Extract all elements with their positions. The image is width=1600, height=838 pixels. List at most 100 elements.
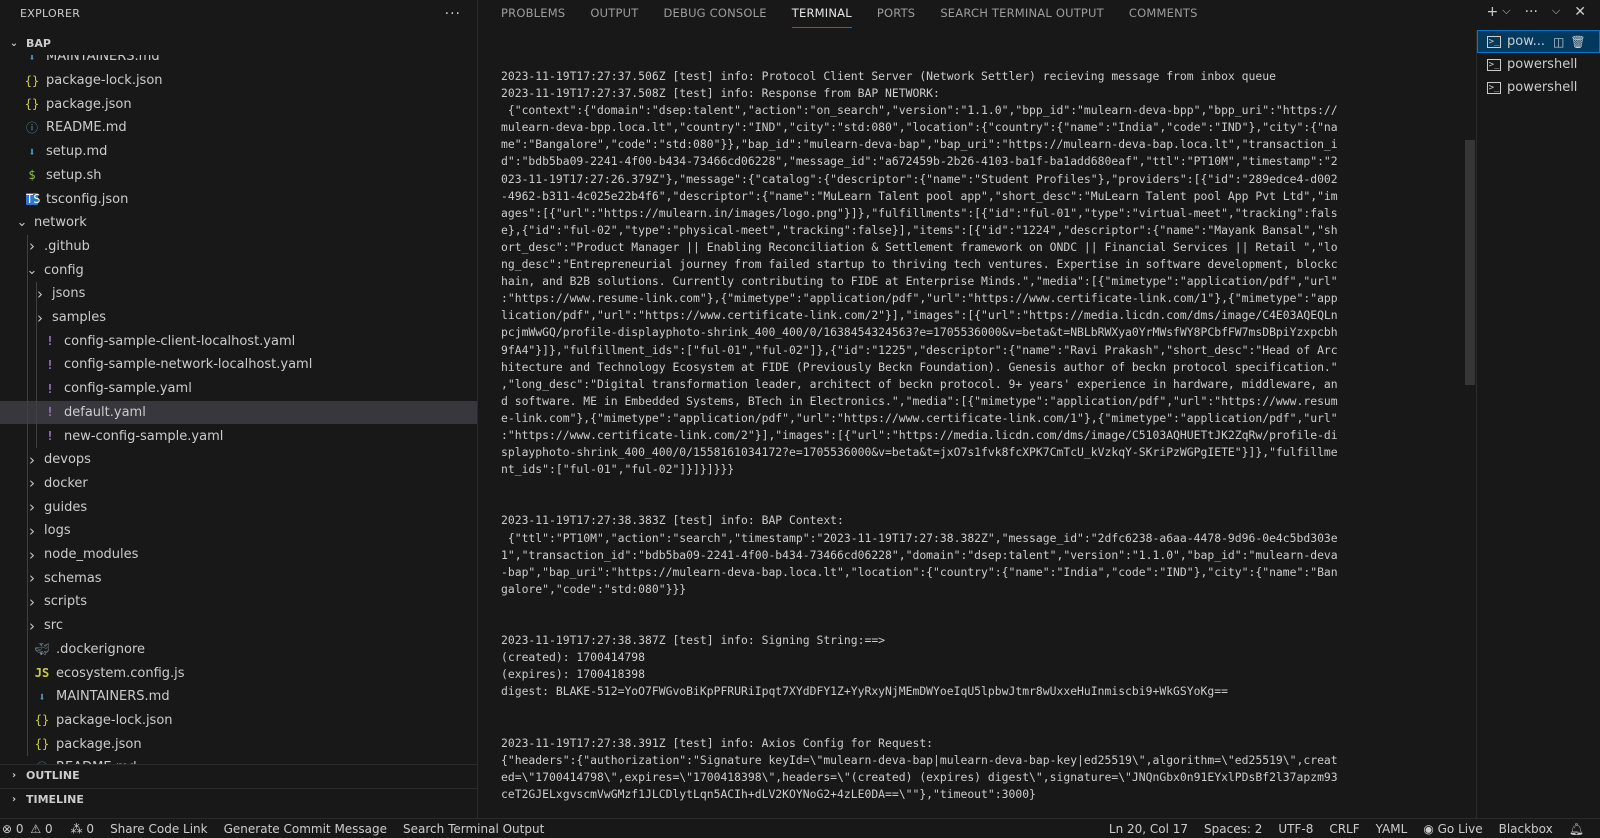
tree-folder[interactable]: ⌄ network — [0, 211, 477, 235]
terminal-line: hain, and B2B solutions. Currently contr… — [501, 274, 1338, 289]
tree-item-label: setup.sh — [46, 167, 102, 183]
tree-file[interactable]: {} package.json — [0, 92, 477, 116]
error-icon: ⊗ — [2, 821, 13, 836]
terminal-line: ,"long_desc":"Digital transformation lea… — [501, 376, 1338, 391]
tree-folder[interactable]: › docker — [0, 472, 477, 496]
terminal-list: >_ pow... ◫ 🗑︎ >_ powershell >_ powershell — [1476, 30, 1600, 818]
tree-folder[interactable]: › schemas — [0, 566, 477, 590]
tab-comments[interactable]: COMMENTS — [1129, 0, 1198, 28]
tree-file[interactable]: ! new-config-sample.yaml — [0, 424, 477, 448]
tab-problems[interactable]: PROBLEMS — [501, 0, 565, 28]
tree-item-label: ecosystem.config.js — [56, 665, 185, 681]
status-bar: ⊗ 0 ⚠ 0 ⁂ 0 Share Code Link Generate Com… — [0, 818, 1600, 838]
tree-folder[interactable]: › jsons — [0, 282, 477, 306]
markdown-icon: ⬇ — [28, 55, 36, 64]
tree-item-label: MAINTAINERS.md — [56, 689, 170, 705]
tree-file[interactable]: ! config-sample.yaml — [0, 377, 477, 401]
tree-file[interactable]: {} package.json — [0, 732, 477, 756]
close-panel-icon[interactable]: ✕ — [1574, 4, 1586, 20]
tree-folder[interactable]: › .github — [0, 235, 477, 259]
tree-file[interactable]: 🐳︎ .dockerignore — [0, 638, 477, 662]
terminal-instance[interactable]: >_ powershell — [1477, 53, 1600, 76]
more-actions-icon[interactable]: ··· — [1525, 4, 1538, 20]
go-live-button[interactable]: ◉ Go Live — [1423, 822, 1482, 836]
tree-file[interactable]: JS ecosystem.config.js — [0, 661, 477, 685]
tree-item-label: MAINTAINERS.md — [46, 55, 160, 65]
end-of-line[interactable]: CRLF — [1329, 822, 1359, 836]
tree-item-label: samples — [52, 310, 107, 326]
terminal-line: ages":[{"url":"https://mulearn.in/images… — [501, 205, 1338, 220]
tree-item-label: config — [44, 262, 84, 278]
tree-item-label: node_modules — [44, 547, 139, 563]
share-code-link[interactable]: Share Code Link — [110, 822, 208, 836]
workspace-root-bap[interactable]: ⌄ BAP — [0, 32, 477, 54]
terminal-line: hitecture and Technology Ecosystem at FI… — [501, 359, 1338, 374]
tree-folder[interactable]: › guides — [0, 495, 477, 519]
terminal-output[interactable]: 2023-11-19T17:27:37.506Z [test] info: Pr… — [501, 68, 1436, 808]
explorer-sidebar: EXPLORER ··· ⌄ BAP ⬇ MAINTAINERS.md {} pack… — [0, 0, 478, 818]
tree-file[interactable]: ! default.yaml — [0, 400, 477, 425]
timeline-section[interactable]: › TIMELINE — [0, 788, 477, 810]
tree-file[interactable]: $ setup.sh — [0, 164, 477, 188]
yaml-icon: ! — [46, 334, 54, 349]
tree-folder[interactable]: › samples — [0, 306, 477, 330]
terminal-instance[interactable]: >_ powershell — [1477, 76, 1600, 99]
trash-icon[interactable]: 🗑︎ — [1570, 35, 1585, 49]
indentation[interactable]: Spaces: 2 — [1204, 822, 1262, 836]
cursor-position[interactable]: Ln 20, Col 17 — [1109, 822, 1188, 836]
tab-debug-console[interactable]: DEBUG CONSOLE — [663, 0, 766, 28]
tree-file[interactable]: ⬇ MAINTAINERS.md — [0, 685, 477, 709]
tree-folder[interactable]: ⌄ config — [0, 258, 477, 282]
tree-folder[interactable]: › scripts — [0, 590, 477, 614]
chevron-right-icon: › — [11, 770, 17, 781]
terminal-scrollbar[interactable] — [1465, 140, 1475, 385]
terminal-instance[interactable]: >_ pow... ◫ 🗑︎ — [1477, 30, 1600, 53]
tree-folder[interactable]: › node_modules — [0, 543, 477, 567]
maximize-panel-icon[interactable]: ⌵ — [1552, 4, 1560, 20]
terminal-line: :"https://www.resume-link.com"},{"mimety… — [501, 291, 1338, 306]
ports-status[interactable]: ⁂ 0 — [71, 822, 94, 836]
tab-output[interactable]: OUTPUT — [590, 0, 638, 28]
tree-file[interactable]: ⬇ setup.md — [0, 140, 477, 164]
terminal-line: lication/pdf","url":"https://www.certifi… — [501, 308, 1338, 323]
yaml-icon: ! — [46, 357, 54, 372]
encoding[interactable]: UTF-8 — [1278, 822, 1313, 836]
tree-file[interactable]: {} package-lock.json — [0, 69, 477, 93]
bottom-panel: PROBLEMS OUTPUT DEBUG CONSOLE TERMINAL PORTS… — [479, 0, 1600, 818]
outline-section[interactable]: › OUTLINE — [0, 764, 477, 786]
yaml-icon: ! — [46, 381, 54, 396]
new-terminal-icon[interactable]: + — [1486, 4, 1498, 20]
tree-file[interactable]: ⬇ MAINTAINERS.md — [0, 55, 477, 69]
braces-icon: {} — [24, 97, 40, 112]
terminal-line: 9fA4"}]},"fulfillment_ids":["ful-01","fu… — [501, 342, 1338, 357]
blackbox-button[interactable]: Blackbox — [1499, 822, 1553, 836]
tree-file[interactable]: ⓘ README.md — [0, 116, 477, 140]
explorer-header: EXPLORER ··· — [0, 0, 477, 27]
tree-file[interactable]: ! config-sample-client-localhost.yaml — [0, 329, 477, 353]
tree-folder[interactable]: › devops — [0, 448, 477, 472]
tree-folder[interactable]: › logs — [0, 519, 477, 543]
tree-file[interactable]: TS tsconfig.json — [0, 187, 477, 211]
tree-file[interactable]: {} package-lock.json — [0, 709, 477, 733]
generate-commit-message[interactable]: Generate Commit Message — [224, 822, 387, 836]
tab-search-terminal-output[interactable]: SEARCH TERMINAL OUTPUT — [940, 0, 1104, 28]
error-count: 0 — [15, 821, 24, 836]
tab-terminal[interactable]: TERMINAL — [791, 0, 852, 28]
split-terminal-icon[interactable]: ◫ — [1553, 35, 1564, 49]
search-terminal-output-status[interactable]: Search Terminal Output — [403, 822, 544, 836]
problems-status[interactable]: ⊗ 0 ⚠ 0 — [2, 822, 53, 836]
terminal-line: digest: BLAKE-512=YoO7FWGvoBiKpPFRURiIpq… — [501, 684, 1228, 699]
terminal-dropdown-icon[interactable]: ⌵ — [1502, 4, 1510, 20]
tree-file[interactable]: ! config-sample-network-localhost.yaml — [0, 353, 477, 377]
broadcast-icon: ⁂ — [70, 821, 83, 836]
tree-folder[interactable]: › src — [0, 614, 477, 638]
language-mode[interactable]: YAML — [1376, 822, 1408, 836]
terminal-instance-actions: ◫ 🗑︎ — [1553, 35, 1586, 49]
chevron-right-icon: › — [11, 794, 17, 805]
outline-label: OUTLINE — [26, 769, 80, 782]
bell-icon[interactable]: 🔔︎ — [1569, 822, 1584, 836]
terminal-line: mulearn-deva-bpp.loca.lt","country":"IND… — [501, 120, 1338, 135]
tab-ports[interactable]: PORTS — [877, 0, 915, 28]
more-actions-icon[interactable]: ··· — [445, 6, 461, 22]
